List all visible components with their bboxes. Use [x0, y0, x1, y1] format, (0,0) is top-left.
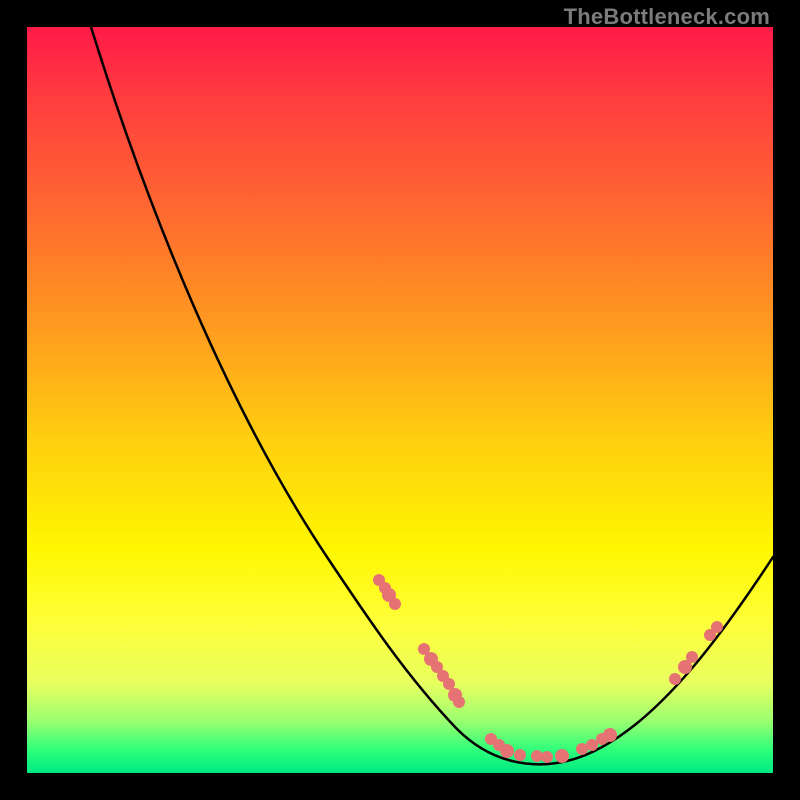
data-point [514, 749, 526, 761]
chart-plot-area [27, 27, 773, 773]
data-point [586, 739, 598, 751]
data-point [686, 651, 698, 663]
data-point [500, 744, 514, 758]
data-points [373, 574, 723, 763]
data-point [711, 621, 723, 633]
watermark-text: TheBottleneck.com [564, 4, 770, 30]
data-point [555, 749, 569, 763]
data-point [453, 696, 465, 708]
data-point [541, 751, 553, 763]
data-point [669, 673, 681, 685]
data-point [603, 728, 617, 742]
chart-svg [27, 27, 773, 773]
data-point [389, 598, 401, 610]
data-point [443, 678, 455, 690]
